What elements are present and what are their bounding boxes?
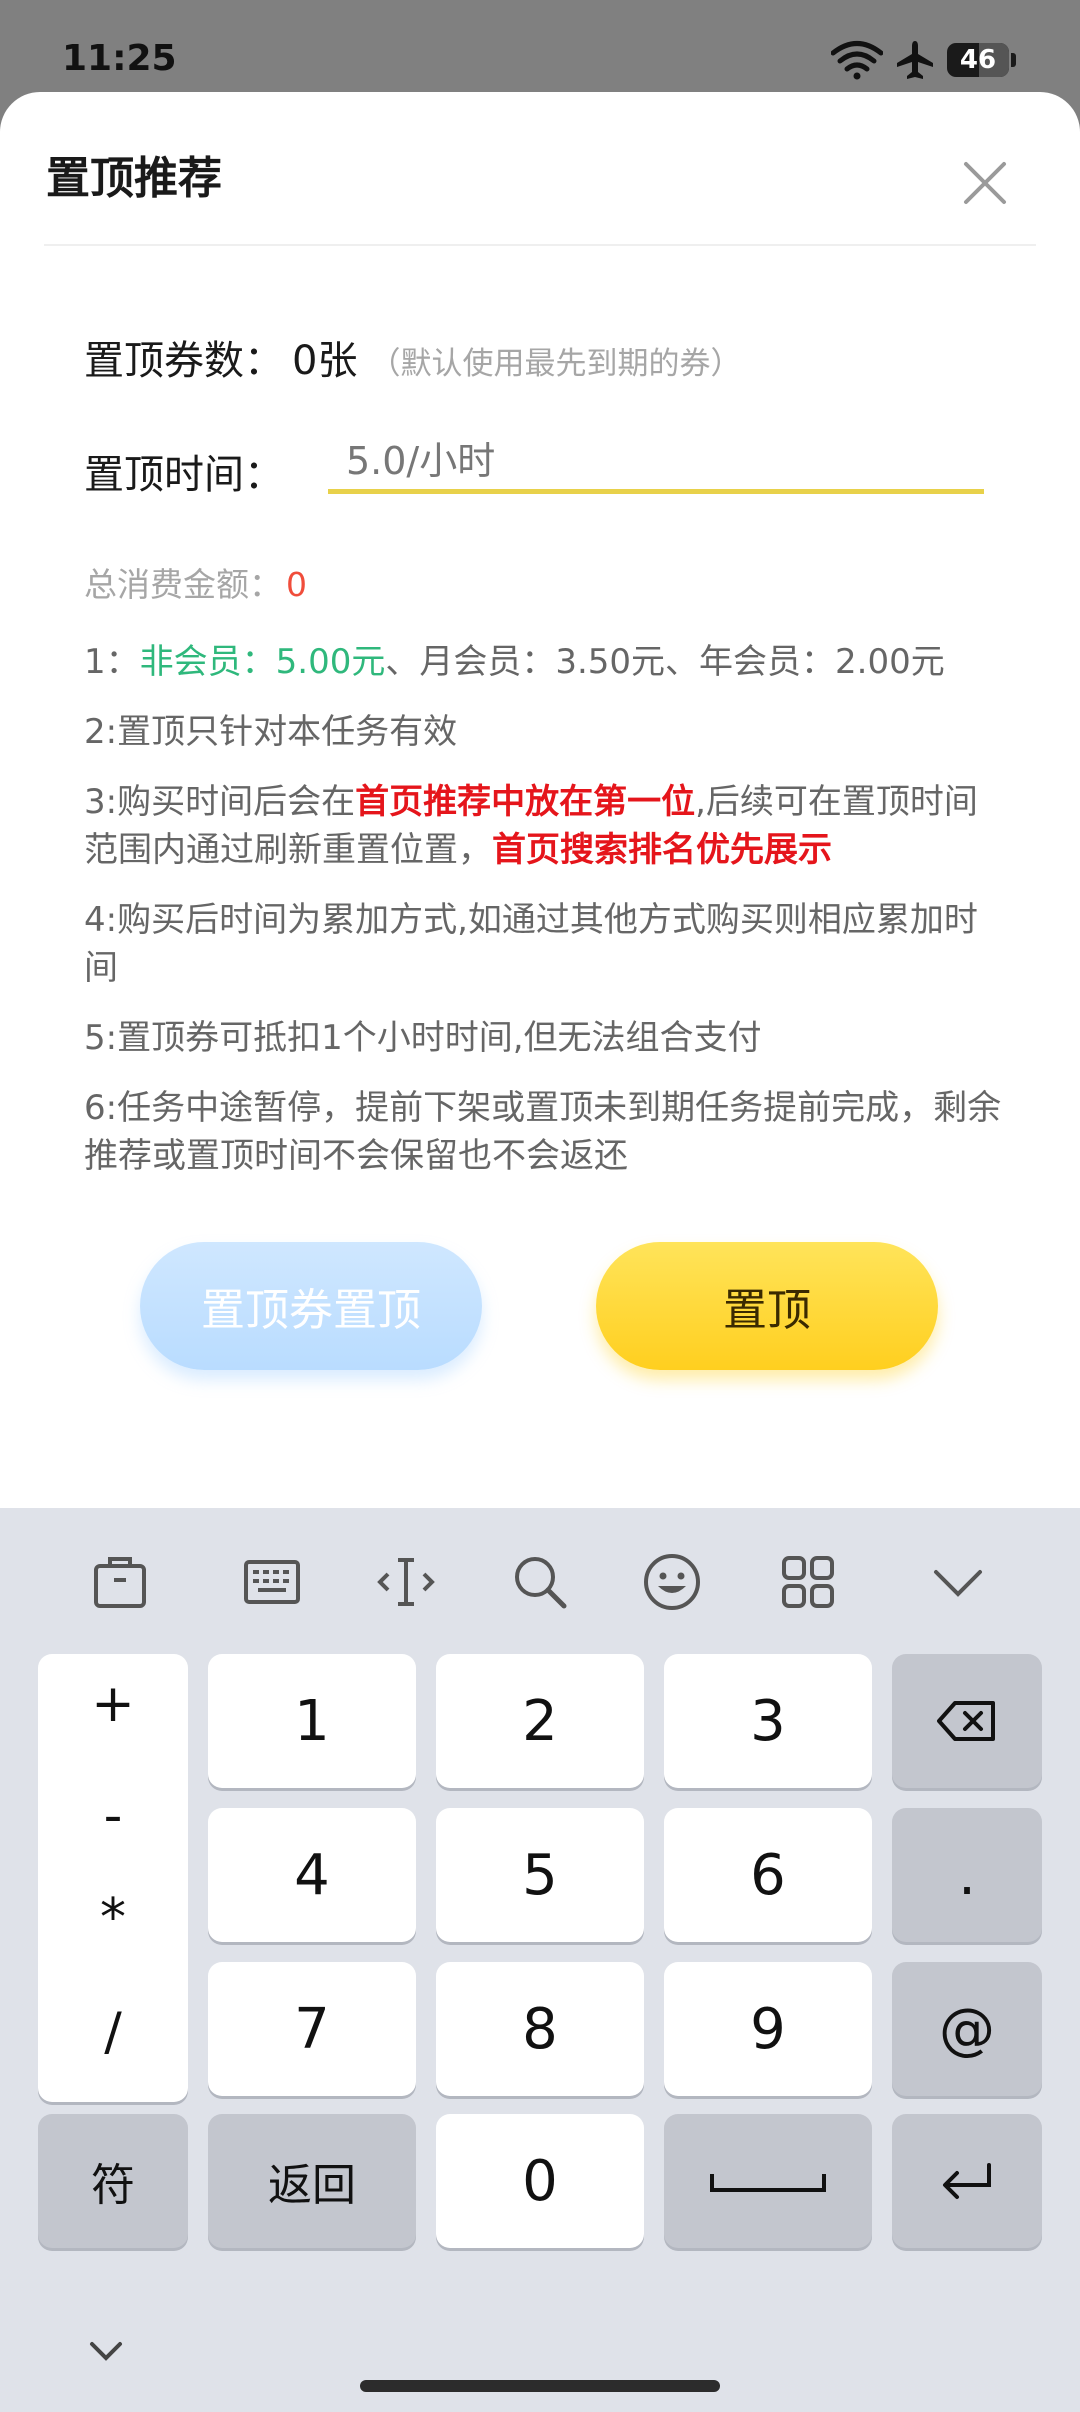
home-indicator[interactable] [360, 2380, 720, 2392]
rule-1-prefix: 1： [84, 642, 140, 682]
wifi-icon [831, 41, 883, 80]
rule-4: 4:购买后时间为累加方式,如通过其他方式购买则相应累加时间 [84, 900, 978, 988]
battery-level: 46 [959, 45, 997, 75]
keyboard-icon[interactable] [240, 1550, 304, 1614]
battery-icon: 46 [947, 43, 1009, 77]
airplane-icon [897, 41, 933, 79]
space-icon [710, 2174, 826, 2192]
backspace-key[interactable] [892, 1654, 1042, 1788]
divide-key[interactable]: / [38, 2002, 188, 2062]
key-8[interactable]: 8 [436, 1962, 644, 2096]
numeric-keyboard: + - * / 1 2 3 4 5 6 . 7 8 9 @ 符 返回 0 [0, 1508, 1080, 2412]
rule-3-highlight-1: 首页推荐中放在第一位 [355, 782, 696, 822]
coupon-label: 置顶券数： [84, 338, 284, 384]
key-1[interactable]: 1 [208, 1654, 416, 1788]
coupon-note: （默认使用最先到期的券） [369, 346, 742, 382]
status-bar: 11:25 46 [0, 0, 1080, 92]
search-icon[interactable] [508, 1550, 572, 1614]
minus-key[interactable]: - [38, 1786, 188, 1846]
symbols-key[interactable]: 符 [38, 2114, 188, 2248]
rule-3-a: 3:购买时间后会在 [84, 782, 356, 822]
enter-key[interactable] [892, 2114, 1042, 2248]
rule-3-highlight-2: 首页搜索排名优先展示 [492, 830, 832, 870]
rule-3: 3:购买时间后会在首页推荐中放在第一位,后续可在置顶时间范围内通过刷新重置位置，… [84, 778, 1004, 874]
key-3[interactable]: 3 [664, 1654, 872, 1788]
rule-1-member-prices: 、月会员：3.50元、年会员：2.00元 [385, 642, 945, 682]
close-icon[interactable] [950, 148, 1020, 218]
at-key[interactable]: @ [892, 1962, 1042, 2096]
enter-icon [943, 2163, 991, 2199]
pin-button[interactable]: 置顶 [596, 1242, 938, 1370]
key-4[interactable]: 4 [208, 1808, 416, 1942]
rule-2: 2:置顶只针对本任务有效 [84, 712, 458, 752]
divider [44, 244, 1036, 246]
key-2[interactable]: 2 [436, 1654, 644, 1788]
rule-1-non-member-price: 非会员：5.00元 [139, 642, 386, 682]
collapse-keyboard-icon[interactable] [84, 2328, 128, 2372]
total-label: 总消费金额： [84, 565, 282, 604]
backspace-icon [937, 1701, 995, 1741]
key-5[interactable]: 5 [436, 1808, 644, 1942]
key-7[interactable]: 7 [208, 1962, 416, 2096]
clipboard-icon[interactable] [88, 1550, 152, 1614]
key-0[interactable]: 0 [436, 2114, 644, 2248]
symbol-column[interactable]: + - * / [38, 1654, 188, 2102]
status-icons: 46 [831, 38, 1016, 82]
time-label: 置顶时间： [84, 452, 284, 498]
rule-5: 5:置顶券可抵扣1个小时时间,但无法组合支付 [84, 1018, 762, 1058]
emoji-icon[interactable] [640, 1550, 704, 1614]
multiply-key[interactable]: * [38, 1888, 188, 1948]
total-value: 0 [286, 565, 307, 604]
coupon-row: 置顶券数： 0张 （默认使用最先到期的券） [84, 328, 741, 386]
back-key[interactable]: 返回 [208, 2114, 416, 2248]
key-9[interactable]: 9 [664, 1962, 872, 2096]
cursor-icon[interactable] [374, 1550, 438, 1614]
status-time: 11:25 [62, 38, 177, 79]
pin-recommend-sheet: 置顶推荐 置顶券数： 0张 （默认使用最先到期的券） 置顶时间： 总消费金额： … [0, 92, 1080, 1508]
key-6[interactable]: 6 [664, 1808, 872, 1942]
total-row: 总消费金额： 0 [84, 558, 307, 606]
apps-icon[interactable] [776, 1550, 840, 1614]
rules-list: 1：非会员：5.00元、月会员：3.50元、年会员：2.00元 2:置顶只针对本… [84, 638, 1004, 1202]
dot-key[interactable]: . [892, 1808, 1042, 1942]
coupon-pin-button[interactable]: 置顶券置顶 [140, 1242, 482, 1370]
rule-6: 6:任务中途暂停，提前下架或置顶未到期任务提前完成，剩余推荐或置顶时间不会保留也… [84, 1088, 1002, 1176]
pin-time-input[interactable] [328, 432, 984, 494]
keyboard-toolbar [0, 1508, 1080, 1648]
coupon-count: 0张 [292, 338, 358, 384]
chevron-down-icon[interactable] [926, 1550, 990, 1614]
sheet-title: 置顶推荐 [46, 153, 222, 204]
space-key[interactable] [664, 2114, 872, 2248]
plus-key[interactable]: + [38, 1674, 188, 1734]
battery-tip [1011, 53, 1016, 67]
rule-1: 1：非会员：5.00元、月会员：3.50元、年会员：2.00元 [84, 638, 1004, 686]
